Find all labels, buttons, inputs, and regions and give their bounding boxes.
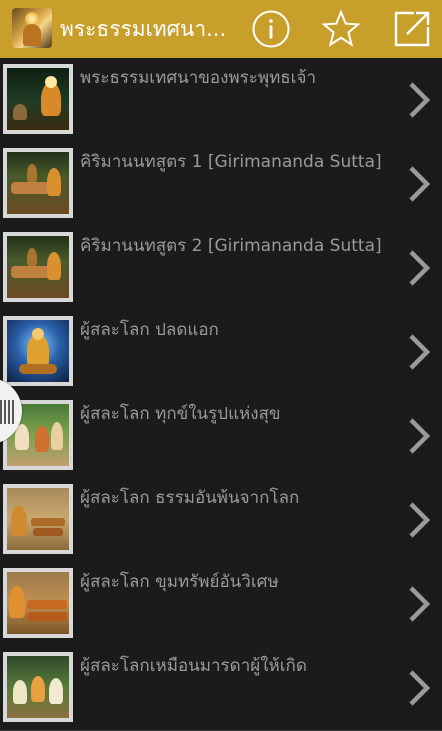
item-title: คิริมานนทสูตร 1 [Girimananda Sutta] xyxy=(80,152,382,172)
chevron-right-icon xyxy=(409,250,431,286)
chevron-right-icon xyxy=(409,166,431,202)
item-title: ผู้สละโลกเหมือนมารดาผู้ให้เกิด xyxy=(80,656,307,676)
item-title: พระธรรมเทศนาของพระพุทธเจ้า xyxy=(80,68,316,88)
item-thumbnail xyxy=(3,316,73,386)
sermon-list: พระธรรมเทศนาของพระพุทธเจ้า คิริมานนทสูตร… xyxy=(0,58,442,731)
chevron-right-icon xyxy=(409,502,431,538)
favorite-button[interactable] xyxy=(321,9,361,49)
list-item[interactable]: คิริมานนทสูตร 1 [Girimananda Sutta] xyxy=(0,142,442,227)
open-external-icon xyxy=(394,11,430,47)
item-thumbnail xyxy=(3,652,73,722)
chevron-right-icon xyxy=(409,418,431,454)
item-title: ผู้สละโลก ขุมทรัพย์อันวิเศษ xyxy=(80,572,279,592)
chevron-right-icon xyxy=(409,334,431,370)
app-title: พระธรรมเทศนา... xyxy=(60,17,227,41)
item-thumbnail xyxy=(3,484,73,554)
chevron-right-icon xyxy=(409,670,431,706)
open-external-button[interactable] xyxy=(392,9,432,49)
list-item[interactable]: คิริมานนทสูตร 2 [Girimananda Sutta] xyxy=(0,226,442,311)
item-title: ผู้สละโลก ธรรมอันพ้นจากโลก xyxy=(80,488,300,508)
item-title: ผู้สละโลก ปลดแอก xyxy=(80,320,219,340)
drawer-handle-icon xyxy=(4,400,6,424)
buddha-app-icon[interactable] xyxy=(12,8,52,48)
list-item[interactable]: ผู้สละโลก ปลดแอก xyxy=(0,310,442,395)
star-icon xyxy=(321,9,361,47)
item-thumbnail xyxy=(3,232,73,302)
item-title: คิริมานนทสูตร 2 [Girimananda Sutta] xyxy=(80,236,382,256)
list-item[interactable]: ผู้สละโลกเหมือนมารดาผู้ให้เกิด xyxy=(0,646,442,731)
list-item[interactable]: พระธรรมเทศนาของพระพุทธเจ้า xyxy=(0,58,442,143)
info-icon xyxy=(252,10,290,48)
item-thumbnail xyxy=(3,64,73,134)
list-item[interactable]: ผู้สละโลก ธรรมอันพ้นจากโลก xyxy=(0,478,442,563)
chevron-right-icon xyxy=(409,82,431,118)
item-thumbnail xyxy=(3,568,73,638)
app-bar: พระธรรมเทศนา... xyxy=(0,0,442,58)
list-item[interactable]: ผู้สละโลก ขุมทรัพย์อันวิเศษ xyxy=(0,562,442,647)
chevron-right-icon xyxy=(409,586,431,622)
list-item[interactable]: ผู้สละโลก ทุกข์ในรูปแห่งสุข xyxy=(0,394,442,479)
info-button[interactable] xyxy=(251,9,291,49)
item-title: ผู้สละโลก ทุกข์ในรูปแห่งสุข xyxy=(80,404,281,424)
item-thumbnail xyxy=(3,148,73,218)
